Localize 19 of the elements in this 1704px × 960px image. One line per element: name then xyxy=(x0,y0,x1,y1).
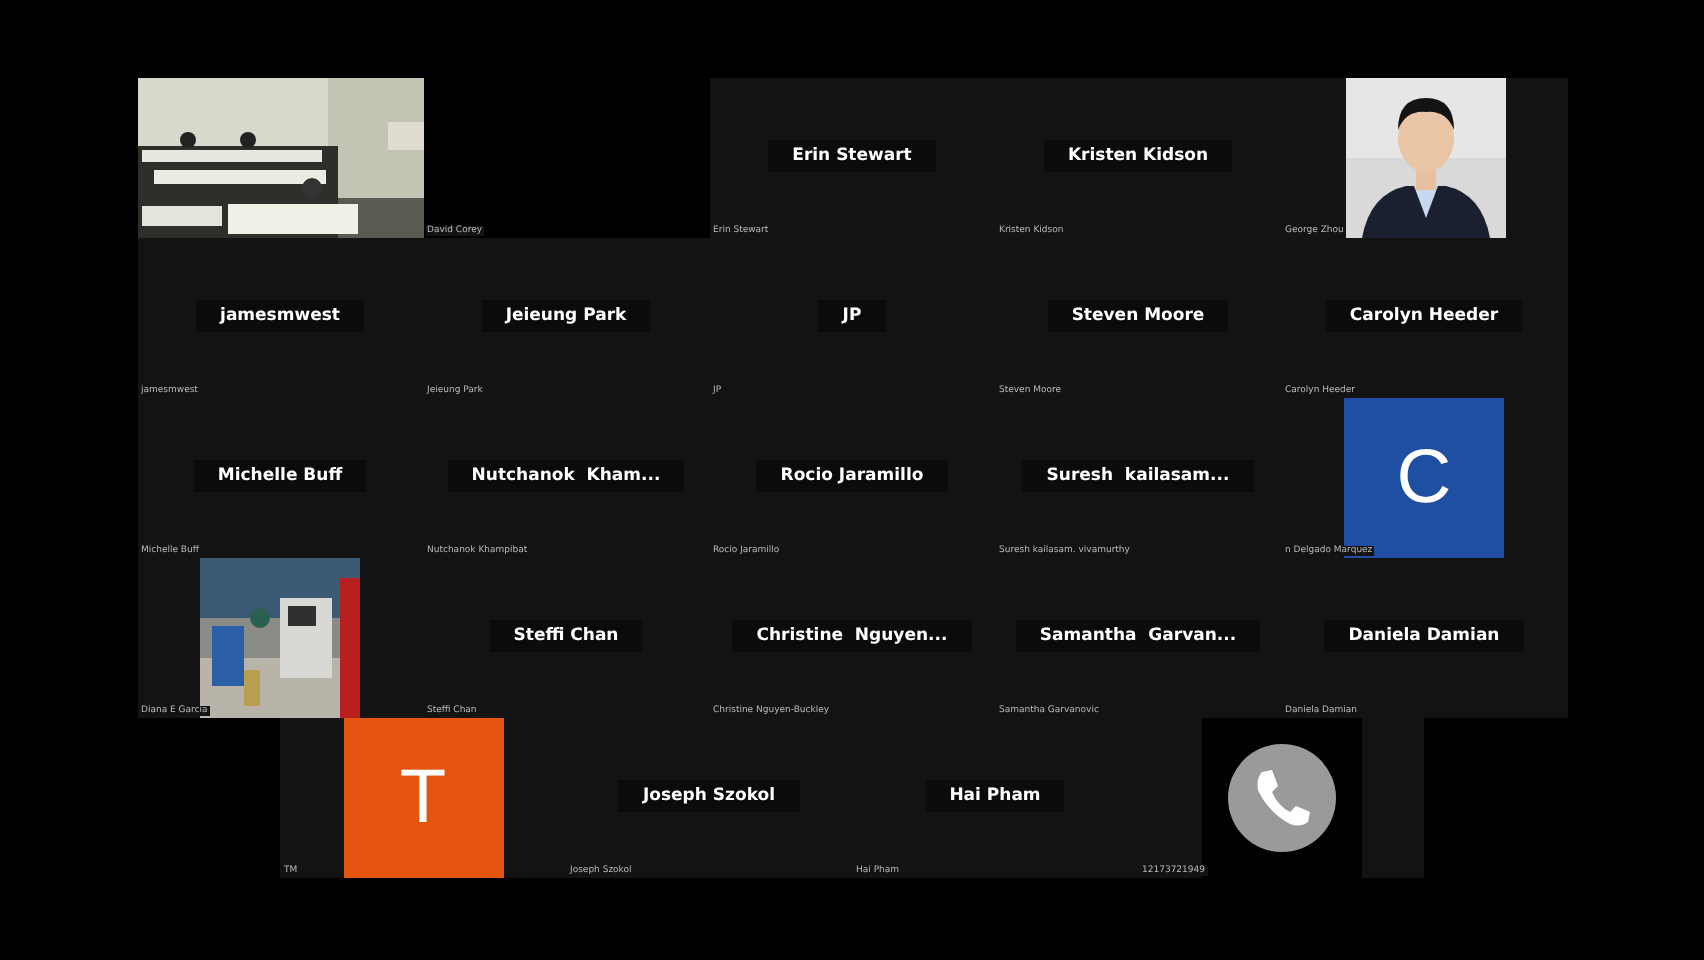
avatar: T xyxy=(343,718,503,878)
participant-name: Carolyn Heeder xyxy=(1325,300,1523,332)
participant-name: Suresh kailasam... xyxy=(1022,460,1254,492)
participant-name: JP xyxy=(818,300,886,332)
participant-name: Kristen Kidson xyxy=(1043,140,1233,172)
participant-name: Michelle Buff xyxy=(193,460,367,492)
participant-name: Hai Pham xyxy=(925,780,1065,812)
participant-name: Samantha Garvan... xyxy=(1015,620,1261,652)
participant-name: Rocio Jaramillo xyxy=(756,460,948,492)
participant-name: Jeieung Park xyxy=(481,300,651,332)
participant-name: jamesmwest xyxy=(196,300,364,332)
participant-name: Daniela Damian xyxy=(1324,620,1524,652)
phone-icon xyxy=(1227,744,1335,852)
participant-name: Nutchanok Kham... xyxy=(447,460,685,492)
participant-name: Christine Nguyen... xyxy=(732,620,972,652)
participant-name: Erin Stewart xyxy=(768,140,936,172)
participant-name: Steffi Chan xyxy=(489,620,643,652)
participant-name: Steven Moore xyxy=(1047,300,1229,332)
participant-name: Joseph Szokol xyxy=(618,780,799,812)
